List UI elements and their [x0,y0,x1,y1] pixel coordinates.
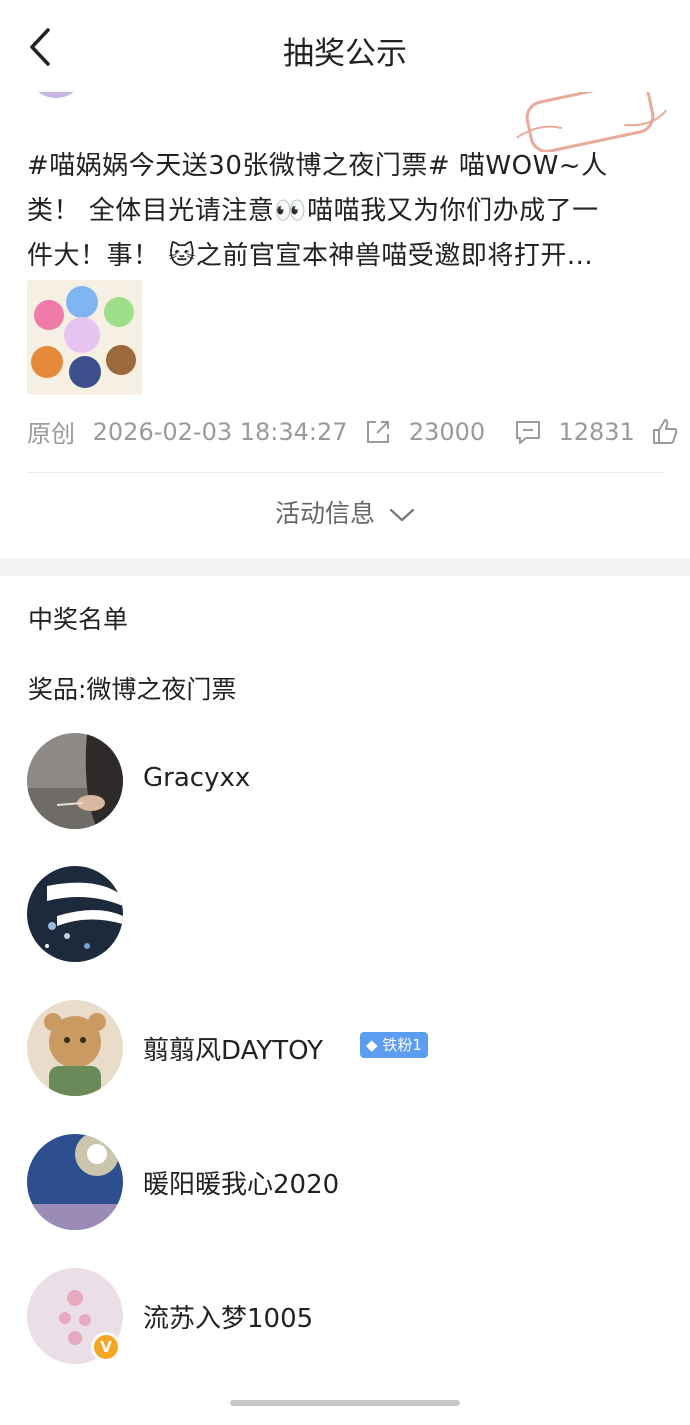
winner-row[interactable] [0,866,690,966]
winner-row[interactable]: Gracyxx [0,733,690,833]
like-icon[interactable] [650,417,680,447]
post-line: #喵娲娲今天送30张微博之夜门票# 喵WOW~人 [27,151,608,181]
winner-name: 翦翦风DAYTOY [143,1036,324,1066]
winners-title: 中奖名单 [28,605,129,634]
activity-info-label: 活动信息 [275,499,376,528]
fan-level-label: 铁粉1 [382,1036,422,1054]
post-meta: 原创 2026-02-03 18:34:27 23000 12831 57 [27,414,690,450]
chevron-down-icon [389,508,415,522]
activity-info-toggle[interactable]: 活动信息 [0,494,690,530]
avatar[interactable] [27,733,123,829]
repost-icon[interactable] [363,417,393,447]
avatar[interactable] [27,1134,123,1230]
verified-badge-icon: V [91,1332,121,1362]
winner-row[interactable]: V 流苏入梦1005 [0,1268,690,1368]
divider [27,472,663,473]
diamond-icon: ◆ [366,1036,378,1054]
post-image[interactable] [27,280,142,395]
fan-level-badge: ◆ 铁粉1 [360,1032,428,1058]
winner-row[interactable]: 暖阳暖我心2020 [0,1134,690,1234]
winner-name: 暖阳暖我心2020 [143,1170,340,1200]
comment-count: 12831 [558,417,635,446]
avatar[interactable] [27,866,123,962]
poster-avatar[interactable]: V [28,92,102,114]
page-title: 抽奖公示 [283,36,407,72]
comment-icon[interactable] [513,417,543,447]
repost-count: 23000 [408,417,486,446]
post-line: 件大！事！ 🐱之前官宣本神兽喵受邀即将打开... [27,241,594,271]
avatar[interactable] [27,1000,123,1096]
post-card: V #喵娲娲今天送30张微博之夜门票# 喵WOW~人 类！ 全体目光请注意👀喵喵… [0,92,690,558]
post-type: 原创 [27,420,75,448]
winner-name: 流苏入梦1005 [143,1304,314,1334]
home-indicator [230,1400,460,1406]
winner-name: Gracyxx [143,763,251,793]
section-gap [0,558,690,576]
nav-header: 抽奖公示 [0,0,690,93]
post-datetime: 2026-02-03 18:34:27 [92,417,348,446]
prize-label: 奖品:微博之夜门票 [28,675,237,704]
post-line: 类！ 全体目光请注意👀喵喵我又为你们办成了一 [27,196,599,226]
lottery-platform-stamp [510,92,670,153]
winner-row[interactable]: 翦翦风DAYTOY ◆ 铁粉1 [0,1000,690,1100]
post-content[interactable]: #喵娲娲今天送30张微博之夜门票# 喵WOW~人 类！ 全体目光请注意👀喵喵我又… [27,144,667,279]
